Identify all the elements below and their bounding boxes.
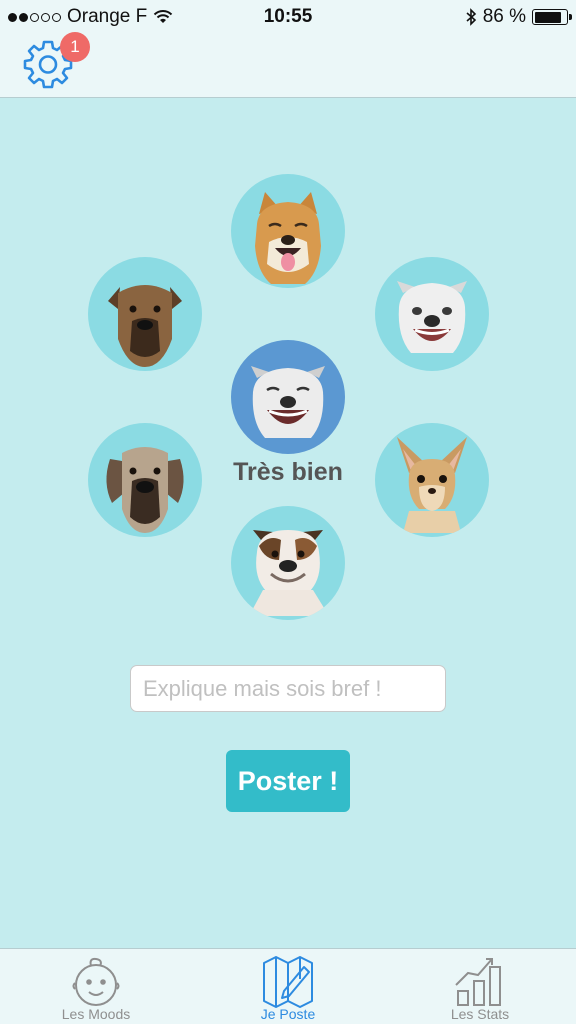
selected-mood-label: Très bien — [233, 458, 343, 486]
bulldog-dog-face — [249, 530, 329, 616]
boxer-dog-face — [108, 285, 182, 367]
bluetooth-icon — [466, 8, 476, 26]
top-bar: Orange F 10:55 86 % 1 — [0, 0, 576, 98]
mood-staffy[interactable] — [231, 340, 345, 454]
tab-je-poste[interactable]: Je Poste — [192, 949, 384, 1024]
great-dane-dog-face — [106, 447, 184, 533]
map-pen-icon — [263, 956, 313, 1008]
tab-label: Les Moods — [61, 1006, 131, 1022]
mood-shiba[interactable] — [231, 174, 345, 288]
status-bar: Orange F 10:55 86 % — [0, 0, 576, 34]
mood-bulldog[interactable] — [231, 506, 345, 620]
poster-button[interactable]: Poster ! — [226, 750, 350, 812]
tab-label: Je Poste — [260, 1006, 316, 1022]
explain-input[interactable] — [130, 665, 446, 712]
mood-boxer[interactable] — [88, 257, 202, 371]
bar-chart-icon — [455, 958, 501, 1006]
status-right: 86 % — [465, 6, 572, 28]
tab-bar: Les Moods Je Poste Les Stats — [0, 948, 576, 1024]
notification-badge: 1 — [60, 32, 90, 62]
tab-les-moods[interactable]: Les Moods — [0, 949, 192, 1024]
pitbull-dog-face — [397, 281, 467, 353]
mood-chihuahua[interactable] — [375, 423, 489, 537]
staffy-dog-face — [251, 366, 325, 438]
tab-label: Les Stats — [450, 1006, 510, 1022]
mood-pitbull[interactable] — [375, 257, 489, 371]
tab-les-stats[interactable]: Les Stats — [384, 949, 576, 1024]
battery-icon — [532, 9, 572, 25]
chihuahua-dog-face — [397, 437, 467, 533]
baby-face-icon — [72, 957, 120, 1006]
battery-percent: 86 % — [482, 6, 526, 27]
shiba-dog-face — [255, 192, 321, 284]
mood-great-dane[interactable] — [88, 423, 202, 537]
